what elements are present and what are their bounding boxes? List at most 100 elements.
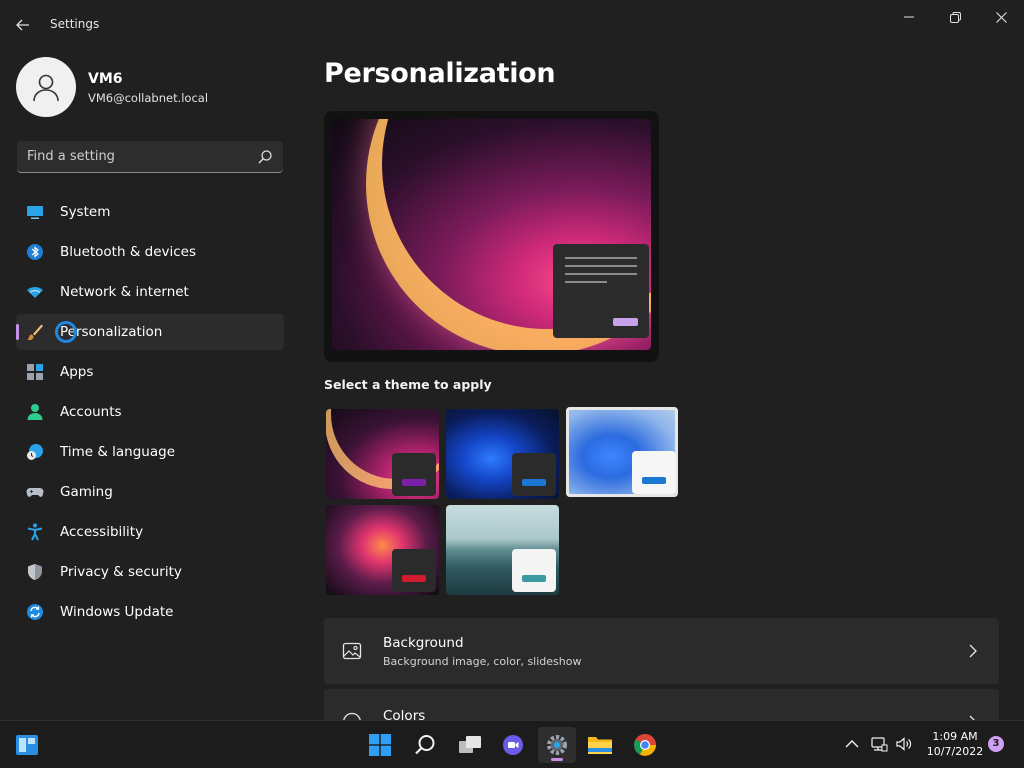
person-icon bbox=[27, 404, 43, 420]
theme-mini-accent bbox=[402, 575, 426, 582]
accessibility-icon bbox=[27, 523, 43, 541]
arrow-left-icon bbox=[16, 19, 29, 31]
mock-line bbox=[565, 257, 637, 259]
page-title: Personalization bbox=[324, 58, 556, 89]
mock-button bbox=[613, 318, 638, 326]
theme-mini-accent bbox=[402, 479, 426, 486]
clock-date: 10/7/2022 bbox=[926, 745, 984, 758]
sidebar-item-label: Gaming bbox=[60, 484, 113, 500]
sidebar-item-label: Accounts bbox=[60, 404, 122, 420]
theme-bloom-light[interactable] bbox=[566, 407, 678, 497]
sidebar-item-apps[interactable]: Apps bbox=[16, 354, 284, 390]
bluetooth-icon bbox=[27, 244, 43, 260]
theme-captured-motion[interactable] bbox=[326, 505, 439, 595]
chevron-up-icon[interactable] bbox=[843, 735, 861, 753]
gamepad-icon bbox=[26, 488, 44, 497]
maximize-button[interactable] bbox=[932, 4, 978, 30]
task-view-button[interactable] bbox=[451, 727, 489, 763]
theme-mini-accent bbox=[642, 477, 666, 484]
theme-mini-window bbox=[512, 549, 556, 592]
sidebar-item-time-language[interactable]: Time & language bbox=[16, 434, 284, 470]
close-button[interactable] bbox=[978, 4, 1024, 30]
restore-icon bbox=[949, 11, 961, 23]
chrome-icon bbox=[634, 734, 656, 756]
sidebar-item-privacy[interactable]: Privacy & security bbox=[16, 554, 284, 590]
sidebar-item-bluetooth[interactable]: Bluetooth & devices bbox=[16, 234, 284, 270]
chat-icon bbox=[503, 735, 523, 755]
sidebar-item-label: Windows Update bbox=[60, 604, 174, 620]
theme-mini-window bbox=[632, 451, 676, 494]
widgets-button[interactable] bbox=[8, 727, 46, 763]
chrome-button[interactable] bbox=[626, 727, 664, 763]
theme-glow[interactable] bbox=[326, 409, 439, 499]
sidebar-item-accounts[interactable]: Accounts bbox=[16, 394, 284, 430]
cursor-busy-indicator bbox=[55, 321, 77, 343]
background-card-title: Background bbox=[383, 635, 464, 651]
sidebar-item-system[interactable]: System bbox=[16, 194, 284, 230]
back-button[interactable] bbox=[10, 12, 36, 38]
sidebar-item-accessibility[interactable]: Accessibility bbox=[16, 514, 284, 550]
volume-icon[interactable] bbox=[895, 735, 913, 753]
gear-icon bbox=[547, 735, 567, 755]
minimize-button[interactable] bbox=[886, 4, 932, 30]
taskbar: 1:09 AM 10/7/2022 3 bbox=[0, 720, 1024, 768]
title-bar: Settings bbox=[0, 0, 1024, 48]
mock-line bbox=[565, 273, 637, 275]
colors-card-clip: Colors bbox=[324, 689, 999, 720]
paintbrush-icon bbox=[27, 324, 43, 341]
taskbar-search-button[interactable] bbox=[406, 727, 444, 763]
sidebar-item-label: Time & language bbox=[60, 444, 176, 460]
search-box bbox=[17, 141, 283, 173]
clock[interactable]: 1:09 AM 10/7/2022 bbox=[918, 729, 992, 759]
preview-window-mock bbox=[553, 244, 649, 338]
sidebar-item-label: Apps bbox=[60, 364, 94, 380]
running-indicator bbox=[551, 758, 563, 761]
profile-email: VM6@collabnet.local bbox=[88, 91, 209, 105]
shield-icon bbox=[28, 564, 42, 580]
chat-button[interactable] bbox=[494, 727, 532, 763]
windows-logo-icon bbox=[369, 734, 391, 756]
image-icon bbox=[342, 642, 362, 660]
colors-card-title: Colors bbox=[383, 708, 426, 720]
colors-setting-card[interactable]: Colors bbox=[324, 689, 999, 720]
clock-time: 1:09 AM bbox=[932, 730, 978, 743]
sync-icon bbox=[27, 604, 43, 620]
minimize-icon bbox=[904, 16, 914, 18]
task-view-icon bbox=[459, 736, 481, 753]
search-icon[interactable] bbox=[257, 149, 273, 165]
sidebar-nav: System Bluetooth & devices Network & int… bbox=[16, 194, 284, 634]
close-icon bbox=[995, 11, 1007, 23]
sidebar-item-label: System bbox=[60, 204, 111, 220]
sidebar-item-windows-update[interactable]: Windows Update bbox=[16, 594, 284, 630]
folder-icon bbox=[588, 737, 612, 754]
theme-preview bbox=[324, 111, 659, 362]
clock-globe-icon bbox=[27, 444, 43, 460]
mock-line bbox=[565, 281, 607, 283]
notification-badge[interactable]: 3 bbox=[988, 736, 1004, 752]
file-explorer-button[interactable] bbox=[581, 727, 619, 763]
wifi-icon bbox=[27, 287, 43, 298]
background-setting-card[interactable]: Background Background image, color, slid… bbox=[324, 618, 999, 684]
widgets-icon bbox=[16, 735, 38, 755]
theme-flow[interactable] bbox=[446, 505, 559, 595]
theme-mini-window bbox=[512, 453, 556, 496]
search-input[interactable] bbox=[17, 141, 253, 172]
monitor-icon bbox=[27, 206, 43, 219]
apps-icon bbox=[27, 364, 43, 380]
sidebar-item-network[interactable]: Network & internet bbox=[16, 274, 284, 310]
sidebar-item-label: Privacy & security bbox=[60, 564, 182, 580]
start-button[interactable] bbox=[361, 727, 399, 763]
theme-mini-accent bbox=[522, 479, 546, 486]
theme-mini-accent bbox=[522, 575, 546, 582]
sidebar-item-label: Accessibility bbox=[60, 524, 144, 540]
network-icon[interactable] bbox=[870, 735, 888, 753]
mock-line bbox=[565, 265, 637, 267]
chevron-right-icon bbox=[969, 644, 977, 658]
theme-bloom-dark[interactable] bbox=[446, 409, 559, 499]
sidebar-item-gaming[interactable]: Gaming bbox=[16, 474, 284, 510]
sidebar-item-label: Network & internet bbox=[60, 284, 189, 300]
profile-name: VM6 bbox=[88, 71, 123, 87]
theme-mini-window bbox=[392, 549, 436, 592]
avatar[interactable] bbox=[16, 57, 76, 117]
settings-taskbar-button[interactable] bbox=[538, 727, 576, 763]
